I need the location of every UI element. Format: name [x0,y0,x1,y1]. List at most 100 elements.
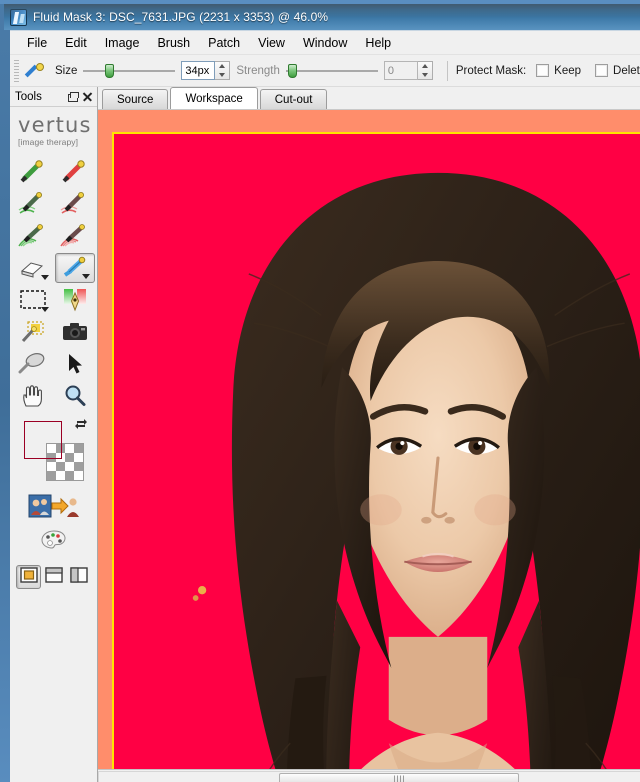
view-split-vertical-button[interactable] [66,565,91,589]
blend-pen-tool[interactable] [54,253,95,283]
checkbox-delete[interactable] [595,64,609,77]
gradient-pen-icon [60,287,90,313]
horizontal-scrollbar[interactable] [98,771,640,782]
tools-panel: Tools vertus [image therapy] [10,87,98,782]
strength-spinner-up[interactable] [418,62,432,71]
strength-field-group[interactable] [383,61,433,80]
red-pencil-icon [60,159,90,185]
camera-tool[interactable] [55,317,95,347]
red-brush-icon [59,191,91,217]
strength-input[interactable] [383,61,418,80]
hand-icon [20,384,46,408]
magic-wand-tool[interactable] [13,317,53,347]
options-toolbar: Size Strength [10,55,640,87]
size-field-group[interactable] [181,61,231,80]
eraser-dropdown-icon[interactable] [40,275,49,280]
magic-wand-icon [19,320,47,344]
blend-pen-dropdown-icon[interactable] [81,274,90,279]
keep-pencil-tool[interactable] [13,157,53,187]
size-input[interactable] [181,61,216,80]
tools-panel-header: Tools [10,87,97,107]
portrait-photo-masked [114,134,640,769]
menu-edit[interactable]: Edit [56,33,96,53]
strength-label: Strength [236,64,280,77]
size-spinner[interactable] [215,61,231,80]
green-wide-brush-icon [17,223,49,249]
window-frame: Fluid Mask 3: DSC_7631.JPG (2231 x 3353)… [0,0,640,782]
spoon-icon [18,352,48,376]
menu-image[interactable]: Image [96,33,149,53]
size-slider-knob[interactable] [105,63,115,78]
tab-workspace[interactable]: Workspace [170,87,258,109]
document-area: Source Workspace Cut-out [98,87,640,782]
delete-brush-tool[interactable] [55,189,95,219]
view-mode-buttons [10,561,97,597]
protect-mask-group: Protect Mask: Keep Delete Ble [456,64,640,77]
tools-panel-title: Tools [15,90,42,103]
masked-image-canvas[interactable] [112,132,640,769]
checkbox-keep-label: Keep [554,64,582,77]
blend-exact-tool[interactable] [55,285,95,315]
menu-file[interactable]: File [18,33,56,53]
strength-spinner-down[interactable] [418,71,432,80]
menu-view[interactable]: View [249,33,294,53]
brand-tagline: [image therapy] [18,137,79,147]
eraser-tool[interactable] [13,253,53,283]
split-vertical-icon [69,566,88,588]
delete-pencil-tool[interactable] [55,157,95,187]
blender-tool[interactable] [13,349,53,379]
size-spinner-up[interactable] [215,62,229,71]
keep-wide-brush-tool[interactable] [13,221,53,251]
size-spinner-down[interactable] [215,71,229,80]
color-swatches [24,419,87,483]
view-tabstrip: Source Workspace Cut-out [98,87,640,109]
fluid-mask-app-icon [10,8,27,26]
scroll-thumb[interactable] [279,773,519,782]
menu-patch[interactable]: Patch [199,33,249,53]
checkbox-delete-label: Delete [613,64,640,77]
swap-colors-icon[interactable] [74,417,88,431]
strength-spinner[interactable] [417,61,433,80]
float-panel-icon[interactable] [66,90,79,103]
menu-window[interactable]: Window [294,33,356,53]
toolbar-separator [446,60,448,81]
camera-icon [61,321,89,343]
titlebar[interactable]: Fluid Mask 3: DSC_7631.JPG (2231 x 3353)… [4,4,640,30]
green-brush-icon [17,191,49,217]
menu-help[interactable]: Help [356,33,400,53]
pointer-tool[interactable] [55,349,95,379]
tab-cutout[interactable]: Cut-out [259,89,328,109]
canvas-viewport[interactable] [98,109,640,769]
toolbar-grip[interactable] [14,59,19,82]
bottom-bar [98,769,640,782]
size-slider[interactable] [83,61,176,81]
strength-slider-knob[interactable] [287,63,297,78]
view-single-button[interactable] [16,565,42,589]
strength-slider[interactable] [285,61,378,81]
marquee-tool[interactable] [13,285,53,315]
checkbox-keep[interactable] [536,64,550,77]
marquee-dropdown-icon[interactable] [40,307,49,312]
blue-pen-icon[interactable] [23,60,45,82]
keep-brush-tool[interactable] [13,189,53,219]
single-view-icon [19,566,38,588]
size-slider-track [83,69,176,72]
size-label: Size [55,64,78,77]
color-palette-icon[interactable] [40,530,67,555]
brand-name: vertus [18,113,92,137]
main-split: Tools vertus [image therapy] Source Work… [10,87,640,782]
tab-source[interactable]: Source [102,89,169,109]
magnifier-icon [62,384,88,408]
tool-grid [10,153,97,415]
client-area: File Edit Image Brush Patch View Window … [10,30,640,782]
close-panel-icon[interactable] [81,90,94,103]
foreground-swatch[interactable] [24,421,62,459]
image-transfer-icon[interactable] [28,493,80,524]
menu-brush[interactable]: Brush [148,33,199,53]
delete-wide-brush-tool[interactable] [55,221,95,251]
protect-mask-label: Protect Mask: [455,64,527,77]
zoom-tool[interactable] [55,381,95,411]
view-split-horizontal-button[interactable] [41,565,66,589]
pan-tool[interactable] [13,381,53,411]
menubar: File Edit Image Brush Patch View Window … [10,31,640,55]
